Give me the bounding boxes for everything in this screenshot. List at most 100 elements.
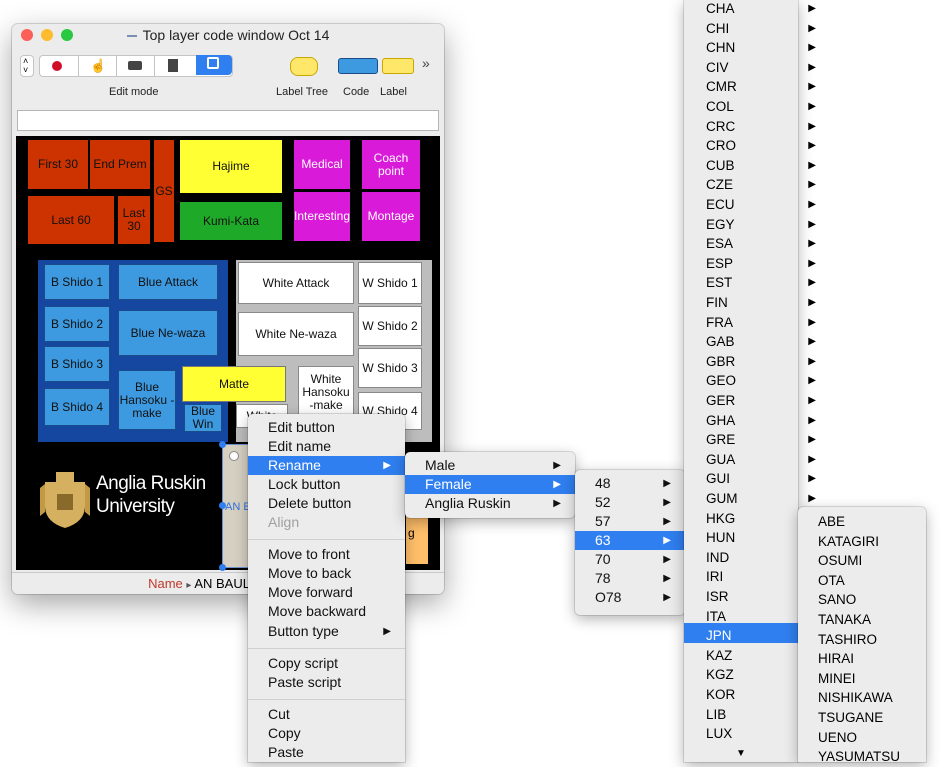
- menu-move-to-front[interactable]: Move to front: [248, 545, 405, 564]
- resize-handle[interactable]: [219, 564, 226, 571]
- country-item-chi[interactable]: CHI ▶: [706, 19, 816, 39]
- country-item-kaz[interactable]: KAZ▶: [706, 646, 816, 666]
- blue-hansoku-make-button[interactable]: Blue Hansoku -make: [118, 370, 176, 430]
- athlete-item-minei[interactable]: MINEI: [818, 669, 908, 689]
- country-item-ger[interactable]: GER ▶: [706, 391, 816, 411]
- country-item-kgz[interactable]: KGZ▶: [706, 665, 816, 685]
- record-icon[interactable]: [52, 61, 62, 71]
- athlete-item-sano[interactable]: SANO: [818, 590, 908, 610]
- country-item-egy[interactable]: EGY ▶: [706, 215, 816, 235]
- code-icon[interactable]: [338, 58, 378, 74]
- country-item-gha[interactable]: GHA ▶: [706, 411, 816, 431]
- interesting-button[interactable]: Interesting: [294, 192, 350, 241]
- country-item-cha[interactable]: CHA ▶: [706, 0, 816, 19]
- w-shido-1-button[interactable]: W Shido 1: [358, 262, 422, 304]
- country-item-hun[interactable]: HUN▶: [706, 528, 816, 548]
- scroll-down-arrow-icon[interactable]: ▼: [684, 746, 798, 762]
- country-item-geo[interactable]: GEO ▶: [706, 371, 816, 391]
- country-item-kor[interactable]: KOR▶: [706, 685, 816, 705]
- country-item-est[interactable]: EST ▶: [706, 273, 816, 293]
- w-shido-2-button[interactable]: W Shido 2: [358, 306, 422, 346]
- athlete-item-ota[interactable]: OTA: [818, 571, 908, 591]
- b-shido-1-button[interactable]: B Shido 1: [44, 264, 110, 300]
- country-item-col[interactable]: COL ▶: [706, 97, 816, 117]
- menu-move-backward[interactable]: Move backward: [248, 602, 405, 621]
- coach-point-button[interactable]: Coach point: [362, 140, 420, 189]
- menu-lock-button[interactable]: Lock button: [248, 475, 405, 494]
- menu-copy-script[interactable]: Copy script: [248, 654, 405, 673]
- athlete-item-ueno[interactable]: UENO: [818, 728, 908, 748]
- kumi-kata-button[interactable]: Kumi-Kata: [180, 202, 282, 240]
- last-30-button[interactable]: Last 30: [118, 196, 150, 244]
- country-item-cze[interactable]: CZE ▶: [706, 175, 816, 195]
- country-item-cmr[interactable]: CMR ▶: [706, 77, 816, 97]
- country-item-civ[interactable]: CIV ▶: [706, 58, 816, 78]
- country-item-ita[interactable]: ITA▶: [706, 607, 816, 627]
- country-item-gab[interactable]: GAB ▶: [706, 332, 816, 352]
- country-item-crc[interactable]: CRC ▶: [706, 117, 816, 137]
- b-shido-4-button[interactable]: B Shido 4: [44, 388, 110, 426]
- first-30-button[interactable]: First 30: [28, 140, 88, 189]
- athlete-item-tsugane[interactable]: TSUGANE: [818, 708, 908, 728]
- b-shido-2-button[interactable]: B Shido 2: [44, 306, 110, 342]
- menu-delete-button[interactable]: Delete button: [248, 494, 405, 513]
- hajime-button[interactable]: Hajime: [180, 140, 282, 193]
- athlete-item-tanaka[interactable]: TANAKA: [818, 610, 908, 630]
- country-item-hkg[interactable]: HKG▶: [706, 509, 816, 529]
- b-shido-3-button[interactable]: B Shido 3: [44, 346, 110, 382]
- resize-handle[interactable]: [229, 451, 239, 461]
- menu-edit-name[interactable]: Edit name: [248, 437, 405, 456]
- matte-button[interactable]: Matte: [182, 366, 286, 402]
- country-item-lux[interactable]: LUX▶: [706, 724, 816, 744]
- menu-paste-script[interactable]: Paste script: [248, 673, 405, 692]
- athlete-item-nishikawa[interactable]: NISHIKAWA: [818, 688, 908, 708]
- athlete-item-tashiro[interactable]: TASHIRO: [818, 630, 908, 650]
- country-item-gua[interactable]: GUA ▶: [706, 450, 816, 470]
- country-item-ecu[interactable]: ECU ▶: [706, 195, 816, 215]
- toolbar-overflow-button[interactable]: »: [422, 55, 430, 71]
- stepper-control[interactable]: ˄ ˅: [20, 55, 34, 77]
- search-input[interactable]: [17, 110, 439, 131]
- gs-button[interactable]: GS: [154, 140, 174, 242]
- white-hansoku-make-button[interactable]: White Hansoku -make: [298, 366, 354, 418]
- blue-attack-button[interactable]: Blue Attack: [118, 264, 218, 300]
- edit-mode-segmented-control[interactable]: ☝: [39, 55, 233, 77]
- hand-pointer-icon[interactable]: ☝: [90, 58, 106, 74]
- country-item-fin[interactable]: FIN ▶: [706, 293, 816, 313]
- athlete-item-hirai[interactable]: HIRAI: [818, 649, 908, 669]
- edit-mode-icon[interactable]: [196, 55, 232, 75]
- tag-icon[interactable]: [128, 61, 142, 70]
- menu-weight-70[interactable]: 70 ▶: [575, 550, 685, 569]
- medical-button[interactable]: Medical: [294, 140, 350, 189]
- blue-win-button[interactable]: Blue Win: [184, 404, 222, 432]
- menu-weight-57[interactable]: 57 ▶: [575, 512, 685, 531]
- athlete-item-osumi[interactable]: OSUMI: [818, 551, 908, 571]
- menu-female[interactable]: Female ▶: [405, 475, 575, 494]
- country-item-cro[interactable]: CRO ▶: [706, 136, 816, 156]
- white-ne-waza-button[interactable]: White Ne-waza: [238, 312, 354, 356]
- country-item-iri[interactable]: IRI▶: [706, 567, 816, 587]
- menu-button-type[interactable]: Button type ▶: [248, 622, 405, 641]
- country-item-gbr[interactable]: GBR ▶: [706, 352, 816, 372]
- menu-copy[interactable]: Copy: [248, 724, 405, 743]
- resize-handle[interactable]: [219, 441, 226, 448]
- menu-weight-78[interactable]: 78 ▶: [575, 569, 685, 588]
- menu-edit-button[interactable]: Edit button: [248, 418, 405, 437]
- resize-handle[interactable]: [219, 502, 226, 509]
- menu-paste[interactable]: Paste: [248, 743, 405, 762]
- athlete-item-yasumatsu[interactable]: YASUMATSU: [818, 747, 908, 767]
- label-tree-icon[interactable]: [290, 57, 318, 76]
- menu-weight-52[interactable]: 52 ▶: [575, 493, 685, 512]
- montage-button[interactable]: Montage: [362, 192, 420, 241]
- country-item-jpn[interactable]: JPN▶: [706, 626, 816, 646]
- end-prem-button[interactable]: End Prem: [90, 140, 150, 189]
- menu-weight-o78[interactable]: O78 ▶: [575, 588, 685, 607]
- country-item-cub[interactable]: CUB ▶: [706, 156, 816, 176]
- country-item-chn[interactable]: CHN ▶: [706, 38, 816, 58]
- country-item-isr[interactable]: ISR▶: [706, 587, 816, 607]
- blue-ne-waza-button[interactable]: Blue Ne-waza: [118, 310, 218, 356]
- menu-weight-48[interactable]: 48 ▶: [575, 474, 685, 493]
- w-shido-3-button[interactable]: W Shido 3: [358, 348, 422, 388]
- athlete-item-abe[interactable]: ABE: [818, 512, 908, 532]
- white-attack-button[interactable]: White Attack: [238, 262, 354, 304]
